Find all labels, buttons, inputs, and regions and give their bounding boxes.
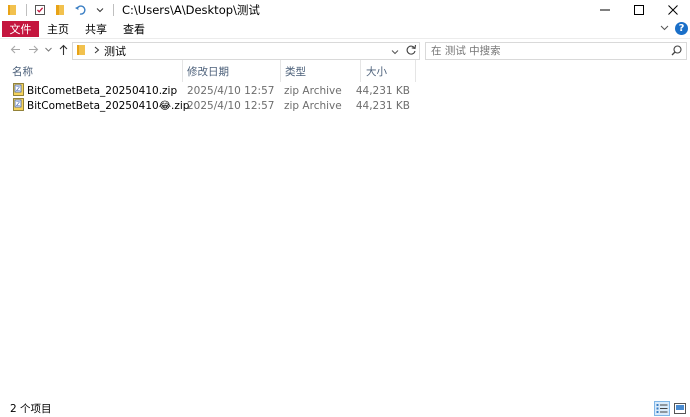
back-button[interactable] <box>6 41 24 59</box>
window-controls <box>588 0 690 20</box>
refresh-button[interactable] <box>405 44 417 59</box>
title-bar: C:\Users\A\Desktop\测试 <box>0 0 690 20</box>
svg-text:Z: Z <box>16 101 20 108</box>
refresh-icon <box>406 44 417 55</box>
breadcrumb-current[interactable]: 测试 <box>104 43 126 59</box>
chevron-down-icon <box>391 49 399 54</box>
address-bar[interactable]: 测试 <box>72 42 420 60</box>
file-name[interactable]: BitCometBeta_20250410.zip <box>27 85 177 97</box>
navigation-bar: 测试 <box>0 38 690 60</box>
maximize-icon <box>634 5 644 15</box>
column-divider[interactable] <box>360 60 361 82</box>
minimize-icon <box>600 9 610 11</box>
properties-icon[interactable] <box>33 3 47 17</box>
file-row[interactable]: Z BitCometBeta_20250410😂.zip 2025/4/10 1… <box>10 98 415 113</box>
file-size: 44,231 KB <box>355 99 410 112</box>
file-row[interactable]: Z BitCometBeta_20250410.zip 2025/4/10 12… <box>10 83 415 98</box>
window-title: C:\Users\A\Desktop\测试 <box>122 3 260 17</box>
column-divider[interactable] <box>182 60 183 82</box>
ribbon-tabs: 文件 主页 共享 查看 ? <box>0 20 690 38</box>
search-icon[interactable] <box>671 45 682 59</box>
address-controls <box>391 44 417 59</box>
file-date: 2025/4/10 12:57 <box>187 99 275 112</box>
tab-home[interactable]: 主页 <box>39 21 77 37</box>
details-view-button[interactable] <box>654 401 670 416</box>
column-header-name[interactable]: 名称 <box>12 62 33 80</box>
tab-view[interactable]: 查看 <box>115 21 153 37</box>
details-view-icon <box>656 404 668 413</box>
file-type: zip Archive <box>284 99 342 112</box>
undo-icon[interactable] <box>73 3 87 17</box>
search-input[interactable] <box>426 43 662 59</box>
column-header-size[interactable]: 大小 <box>366 62 387 80</box>
large-icons-view-icon <box>674 403 686 414</box>
address-history-button[interactable] <box>391 45 399 59</box>
column-header-date[interactable]: 修改日期 <box>187 62 229 80</box>
zip-file-icon: Z <box>13 98 24 114</box>
file-size: 44,231 KB <box>355 84 410 97</box>
new-folder-icon[interactable] <box>53 3 67 17</box>
column-divider[interactable] <box>415 60 416 82</box>
qat-separator <box>26 4 27 16</box>
svg-text:Z: Z <box>16 86 20 93</box>
ribbon-right: ? <box>660 21 688 35</box>
folder-icon <box>76 44 88 59</box>
close-icon <box>668 5 678 15</box>
chevron-right-icon[interactable] <box>94 46 100 57</box>
column-divider[interactable] <box>280 60 281 82</box>
forward-button[interactable] <box>24 41 42 59</box>
chevron-down-icon <box>660 25 669 31</box>
file-date: 2025/4/10 12:57 <box>187 84 275 97</box>
view-switcher <box>652 401 688 416</box>
question-mark-icon: ? <box>678 22 685 34</box>
recent-locations-button[interactable] <box>42 41 54 59</box>
expand-ribbon-button[interactable] <box>660 21 669 35</box>
folder-icon <box>6 3 20 17</box>
minimize-button[interactable] <box>588 0 622 20</box>
file-type: zip Archive <box>284 84 342 97</box>
status-bar: 2 个项目 <box>0 400 690 417</box>
zip-file-icon: Z <box>13 83 24 99</box>
qat-separator <box>113 4 114 16</box>
column-header-type[interactable]: 类型 <box>285 62 306 80</box>
quick-access-toolbar: C:\Users\A\Desktop\测试 <box>0 0 260 20</box>
close-button[interactable] <box>656 0 690 20</box>
arrow-right-icon <box>28 45 38 54</box>
customize-qat-icon[interactable] <box>93 3 107 17</box>
maximize-button[interactable] <box>622 0 656 20</box>
help-button[interactable]: ? <box>675 21 688 35</box>
arrow-left-icon <box>10 45 20 54</box>
tab-file[interactable]: 文件 <box>2 21 39 37</box>
arrow-up-icon <box>59 44 67 55</box>
tab-share[interactable]: 共享 <box>77 21 115 37</box>
large-icons-view-button[interactable] <box>672 401 688 416</box>
item-count: 2 个项目 <box>10 403 52 415</box>
chevron-down-icon <box>44 47 52 52</box>
up-button[interactable] <box>54 41 72 59</box>
file-name[interactable]: BitCometBeta_20250410😂.zip <box>27 100 189 112</box>
search-box[interactable] <box>425 42 687 60</box>
